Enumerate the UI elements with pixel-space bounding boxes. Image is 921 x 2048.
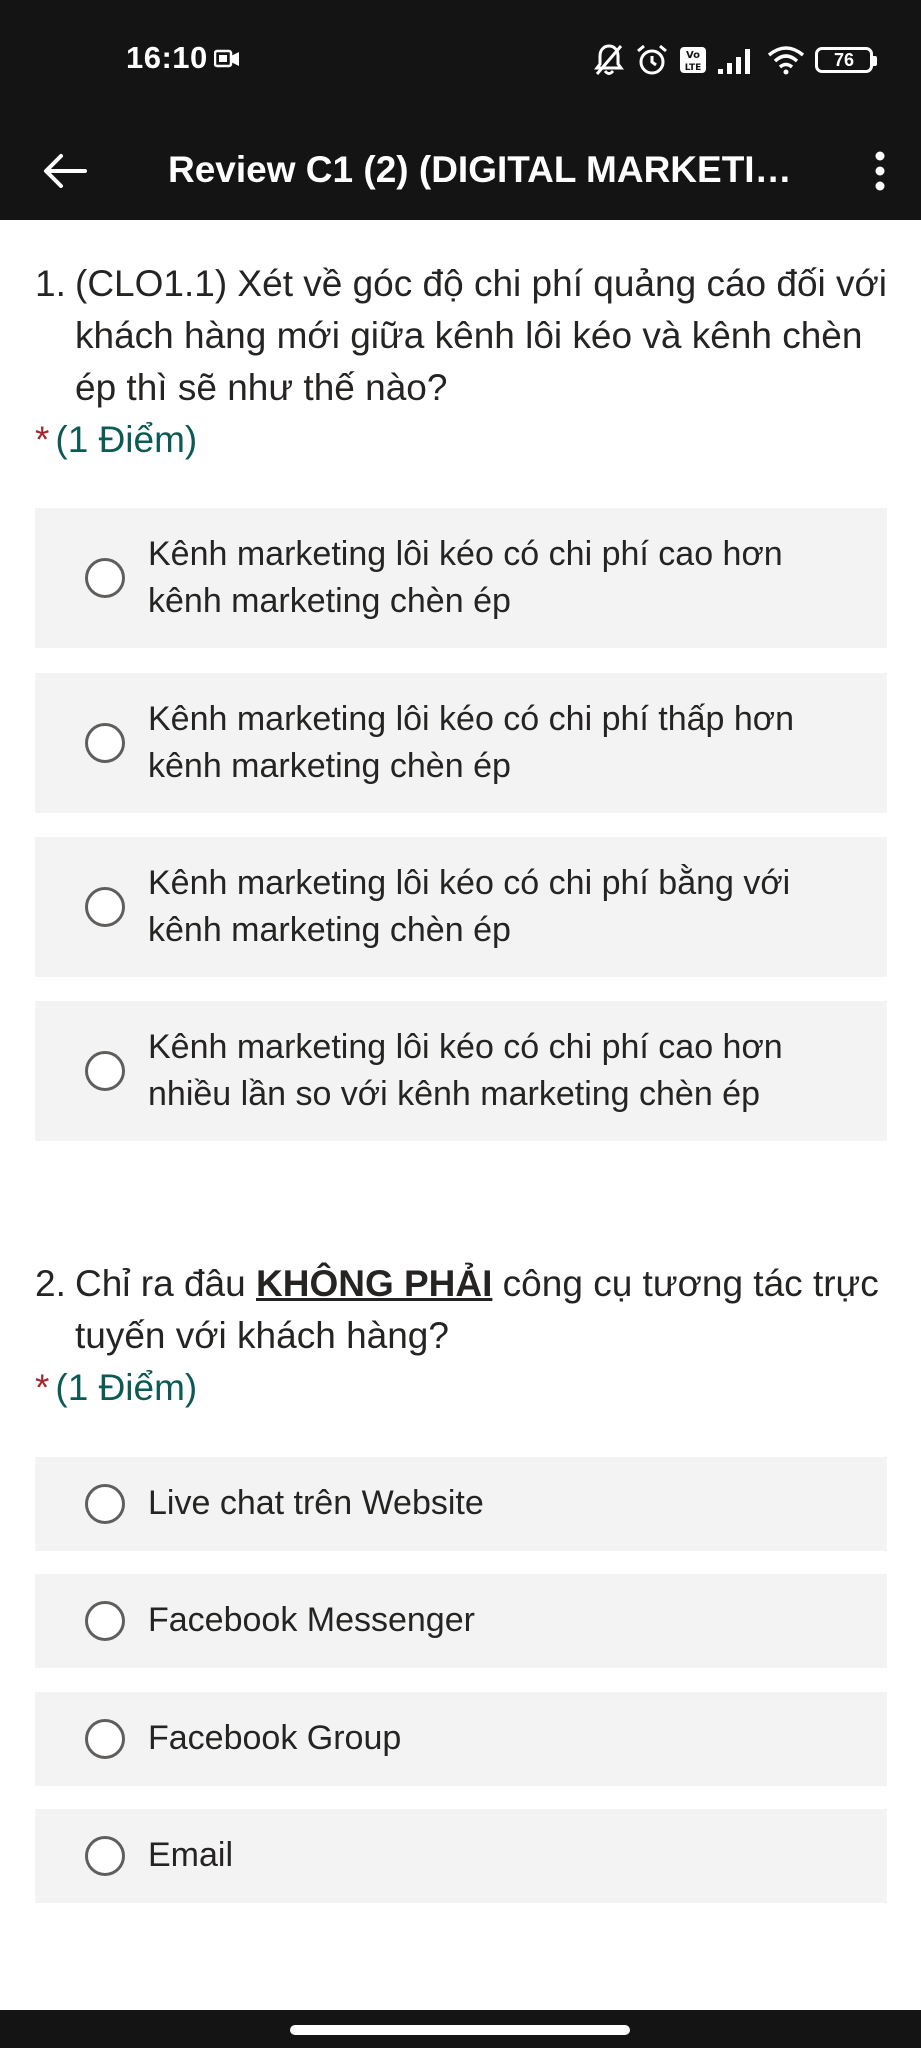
question-text: 1. (CLO1.1) Xét về góc độ chi phí quảng … [35, 258, 887, 414]
radio-button[interactable] [85, 1051, 125, 1091]
required-mark: * [35, 419, 50, 460]
radio-button[interactable] [85, 1719, 125, 1759]
bell-off-icon [594, 44, 624, 75]
answer-option-label: Kênh marketing lôi kéo có chi phí bằng v… [148, 864, 791, 949]
more-options-button[interactable] [851, 142, 909, 200]
answer-option[interactable]: Email [35, 1809, 887, 1903]
question-emphasis: KHÔNG PHẢI [256, 1263, 493, 1304]
answer-option[interactable]: Kênh marketing lôi kéo có chi phí bằng v… [35, 837, 887, 977]
radio-button[interactable] [85, 723, 125, 763]
question-points: * (1 Điểm) [35, 1362, 887, 1414]
question-number: 1. [35, 263, 66, 304]
answer-option-label: Email [148, 1836, 234, 1874]
battery-icon: 76 [815, 47, 877, 73]
answer-option-label: Live chat trên Website [148, 1484, 484, 1522]
svg-text:Vo: Vo [686, 50, 700, 61]
points-label: (1 Điểm) [55, 1367, 198, 1408]
question-body: (CLO1.1) Xét về góc độ chi phí quảng cáo… [75, 263, 888, 408]
back-button[interactable] [28, 142, 102, 200]
arrow-left-icon [44, 154, 87, 188]
answer-option-label: Facebook Group [148, 1719, 402, 1757]
alarm-icon [637, 44, 667, 75]
answer-option[interactable]: Facebook Messenger [35, 1574, 887, 1668]
radio-button[interactable] [85, 887, 125, 927]
question-1: 1. (CLO1.1) Xét về góc độ chi phí quảng … [35, 258, 887, 466]
volte-icon: Vo LTE [680, 47, 706, 73]
battery-level: 76 [833, 49, 855, 70]
answer-option-label: Kênh marketing lôi kéo có chi phí cao hơ… [148, 535, 783, 620]
home-indicator[interactable] [290, 2025, 630, 2035]
answer-option[interactable]: Kênh marketing lôi kéo có chi phí thấp h… [35, 673, 887, 813]
question-points: * (1 Điểm) [35, 414, 887, 466]
more-vertical-icon [875, 151, 885, 191]
question-body-before: Chỉ ra đâu [75, 1263, 256, 1304]
app-bar: Review C1 (2) (DIGITAL MARKETIN... [0, 120, 921, 220]
required-mark: * [35, 1367, 50, 1408]
question-text: 2. Chỉ ra đâu KHÔNG PHẢI công cụ tương t… [35, 1258, 887, 1362]
screen-record-icon [214, 49, 239, 68]
radio-button[interactable] [85, 1484, 125, 1524]
answer-option[interactable]: Live chat trên Website [35, 1457, 887, 1551]
question-number: 2. [35, 1263, 66, 1304]
answer-option[interactable]: Facebook Group [35, 1692, 887, 1786]
answer-option-label: Kênh marketing lôi kéo có chi phí cao hơ… [148, 1028, 783, 1113]
radio-button[interactable] [85, 1836, 125, 1876]
answer-option-label: Facebook Messenger [148, 1601, 475, 1639]
radio-button[interactable] [85, 1601, 125, 1641]
status-bar: 16:10 Vo LTE 76 [0, 0, 921, 120]
system-nav-bar [0, 2010, 921, 2048]
svg-text:LTE: LTE [685, 63, 702, 73]
answer-option-label: Kênh marketing lôi kéo có chi phí thấp h… [148, 700, 795, 785]
radio-button[interactable] [85, 558, 125, 598]
answer-option[interactable]: Kênh marketing lôi kéo có chi phí cao hơ… [35, 1001, 887, 1141]
points-label: (1 Điểm) [55, 419, 198, 460]
status-icons: Vo LTE 76 [593, 40, 877, 80]
wifi-icon [767, 46, 805, 75]
answer-option[interactable]: Kênh marketing lôi kéo có chi phí cao hơ… [35, 508, 887, 648]
question-2: 2. Chỉ ra đâu KHÔNG PHẢI công cụ tương t… [35, 1258, 887, 1414]
signal-icon [718, 49, 750, 74]
status-time: 16:10 [126, 40, 208, 75]
page-title: Review C1 (2) (DIGITAL MARKETIN... [168, 149, 798, 190]
